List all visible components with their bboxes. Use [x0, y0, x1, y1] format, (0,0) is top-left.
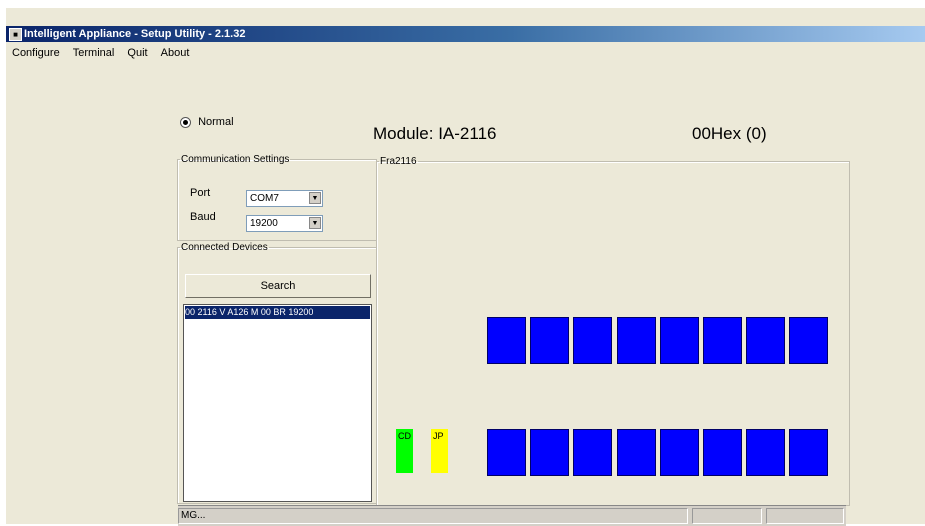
port-label: Port — [190, 187, 211, 199]
connected-devices-legend: Connected Devices — [181, 242, 268, 253]
baud-value: 19200 — [250, 218, 278, 229]
fra2116-legend: Fra2116 — [380, 156, 417, 167]
chevron-down-icon[interactable]: ▼ — [309, 217, 321, 229]
status-text: MG... — [178, 508, 688, 524]
top-row-led-8 — [789, 317, 829, 364]
bottom-row-led-2 — [530, 429, 570, 476]
communication-settings-group: Communication Settings Port COM7 ▼ Baud … — [177, 154, 377, 241]
title-bar: ■ Intelligent Appliance - Setup Utility … — [6, 26, 925, 42]
top-row-led-7 — [746, 317, 786, 364]
baud-label: Baud — [190, 211, 216, 223]
menu-quit[interactable]: Quit — [127, 45, 147, 61]
bottom-row-led-1 — [487, 429, 526, 476]
bottom-row-led-8 — [789, 429, 829, 476]
app-window: ■ Intelligent Appliance - Setup Utility … — [6, 8, 925, 526]
cd-indicator: CD — [396, 429, 413, 473]
communication-settings-legend: Communication Settings — [181, 154, 290, 165]
status-bar: MG... — [178, 505, 846, 526]
bottom-row-led-3 — [573, 429, 613, 476]
status-cell-2 — [692, 508, 762, 524]
bottom-row-led-6 — [703, 429, 742, 476]
list-item[interactable]: 00 2116 V A126 M 00 BR 19200 — [185, 306, 370, 319]
baud-select[interactable]: 19200 ▼ — [246, 215, 323, 232]
bottom-row-led-7 — [746, 429, 786, 476]
menu-bar: Configure Terminal Quit About — [6, 45, 193, 61]
top-row-led-1 — [487, 317, 526, 364]
module-title: Module: IA-2116 — [373, 124, 497, 143]
top-row-led-2 — [530, 317, 570, 364]
menu-about[interactable]: About — [161, 45, 190, 61]
top-row-led-4 — [616, 317, 656, 364]
window-title: Intelligent Appliance - Setup Utility - … — [24, 28, 246, 40]
bottom-row-led-4 — [616, 429, 656, 476]
chevron-down-icon[interactable]: ▼ — [309, 192, 321, 204]
app-icon: ■ — [9, 28, 22, 41]
status-cell-3 — [766, 508, 844, 524]
mode-normal-radio[interactable]: Normal — [180, 116, 234, 128]
menu-terminal[interactable]: Terminal — [73, 45, 115, 61]
search-button[interactable]: Search — [185, 274, 371, 298]
port-value: COM7 — [250, 193, 279, 204]
top-row-led-5 — [659, 317, 699, 364]
top-row-led-6 — [703, 317, 742, 364]
connected-devices-group: Connected Devices Search 00 2116 V A126 … — [177, 242, 377, 504]
radio-selected-icon[interactable] — [180, 116, 191, 128]
device-list[interactable]: 00 2116 V A126 M 00 BR 19200 — [183, 304, 372, 502]
menu-configure[interactable]: Configure — [12, 45, 60, 61]
mode-normal-label: Normal — [198, 116, 234, 129]
hex-address: 00Hex (0) — [692, 124, 767, 143]
bottom-row-led-5 — [659, 429, 699, 476]
fra2116-group: Fra2116 CD JP — [376, 156, 850, 506]
top-row-led-3 — [573, 317, 613, 364]
jp-indicator: JP — [431, 429, 448, 473]
port-select[interactable]: COM7 ▼ — [246, 190, 323, 207]
